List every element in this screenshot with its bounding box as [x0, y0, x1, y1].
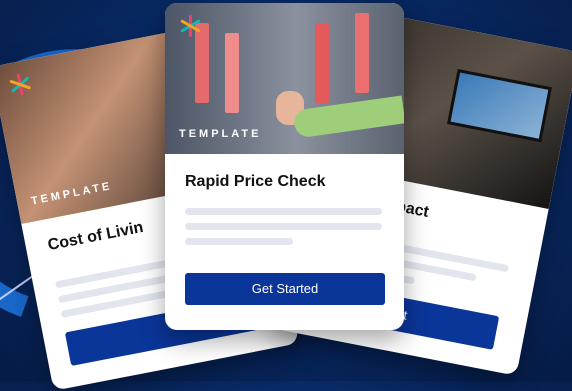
arm-image — [292, 95, 404, 139]
get-started-button[interactable]: Get Started — [185, 273, 385, 305]
template-card-rapid-price-check[interactable]: TEMPLATE Rapid Price Check Get Started — [165, 3, 404, 330]
template-tag: TEMPLATE — [179, 128, 262, 140]
card-title: Rapid Price Check — [185, 173, 326, 190]
logo-icon — [179, 15, 201, 37]
template-tag: TEMPLATE — [30, 180, 114, 208]
logo-icon — [7, 72, 33, 98]
card-photo: TEMPLATE — [165, 3, 404, 154]
placeholder-lines — [185, 200, 382, 245]
tv-image — [447, 69, 552, 143]
card-title: Cost of Livin — [46, 218, 145, 255]
